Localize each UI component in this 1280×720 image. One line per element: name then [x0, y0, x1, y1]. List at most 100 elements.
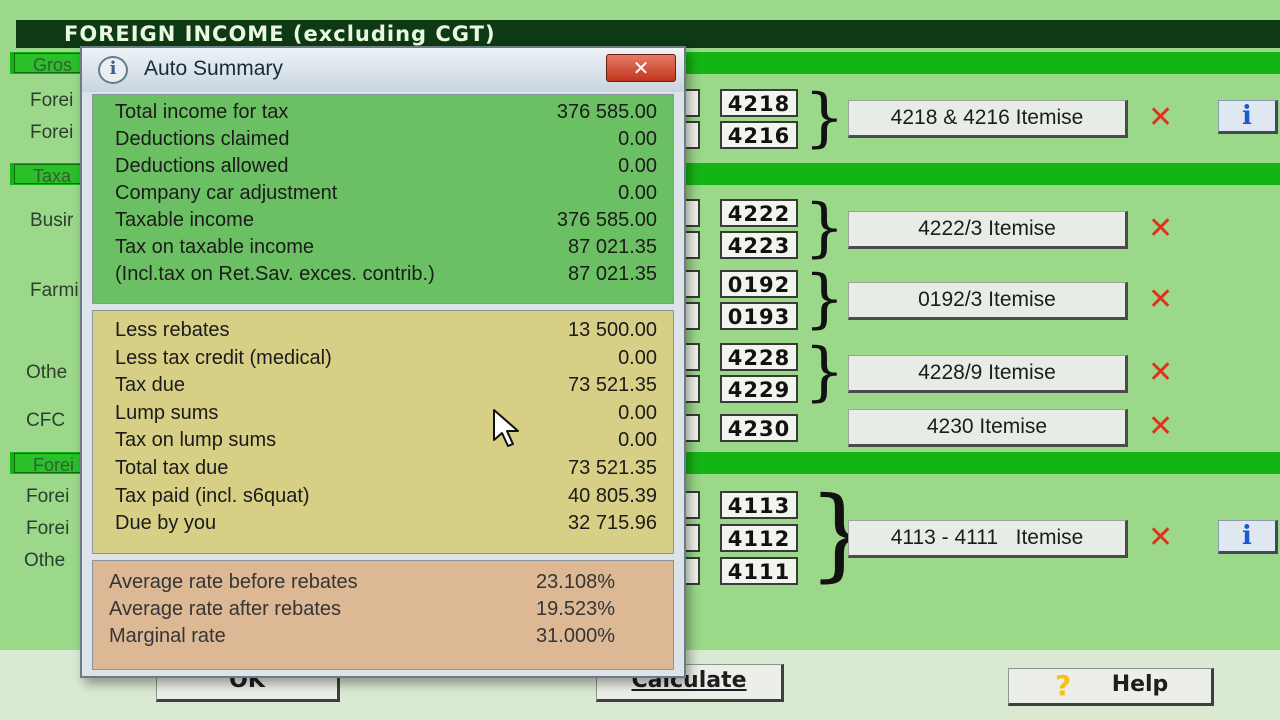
dialog-title: Auto Summary — [144, 57, 283, 80]
summary-value: 0.00 — [618, 429, 657, 451]
code-box-4222: 4222 — [720, 199, 798, 227]
summary-row: Due by you 32 715.96 — [105, 512, 667, 538]
amount-field-4113[interactable] — [686, 491, 700, 519]
itemise-button-4222-3[interactable]: 4222/3 Itemise — [848, 211, 1128, 249]
amount-field-4223[interactable] — [686, 231, 700, 259]
summary-label: Deductions allowed — [115, 155, 289, 177]
row-label-foreign-2: Forei — [30, 122, 74, 143]
delete-x-icon[interactable]: ✕ — [1148, 285, 1173, 315]
summary-label: Deductions claimed — [115, 128, 290, 150]
row-label-farming: Farmi — [30, 280, 79, 301]
amount-field-4229[interactable] — [686, 375, 700, 403]
rate-value: 23.108% — [536, 571, 615, 593]
brace-icon: } — [804, 191, 845, 265]
summary-value: 0.00 — [618, 155, 657, 177]
summary-label: Tax due — [115, 374, 186, 396]
summary-value: 376 585.00 — [556, 209, 657, 231]
rate-label: Average rate after rebates — [109, 598, 341, 620]
summary-label: (Incl.tax on Ret.Sav. exces. contrib.) — [115, 263, 435, 285]
code-box-4228: 4228 — [720, 343, 798, 371]
row-label-other-2: Othe — [24, 550, 66, 571]
code-box-4113: 4113 — [720, 491, 798, 519]
itemise-button-4218-4216[interactable]: 4218 & 4216 Itemise — [848, 100, 1128, 138]
income-panel: Total income for tax 376 585.00 Deductio… — [92, 94, 674, 304]
summary-value: 32 715.96 — [568, 512, 657, 534]
amount-field-4111[interactable] — [686, 557, 700, 585]
code-box-4223: 4223 — [720, 231, 798, 259]
summary-label: Due by you — [115, 512, 217, 534]
summary-row: Tax due 73 521.35 — [105, 374, 667, 400]
summary-row: Deductions claimed 0.00 — [105, 128, 667, 154]
rate-value: 31.000% — [536, 625, 615, 647]
code-box-4218: 4218 — [720, 89, 798, 117]
summary-label: Taxable income — [115, 209, 254, 231]
delete-x-icon[interactable]: ✕ — [1148, 523, 1173, 553]
summary-label: Tax on lump sums — [115, 429, 277, 451]
delete-x-icon[interactable]: ✕ — [1148, 358, 1173, 388]
code-box-4229: 4229 — [720, 375, 798, 403]
summary-label: Lump sums — [115, 402, 219, 424]
rate-value: 19.523% — [536, 598, 615, 620]
brace-icon: } — [804, 81, 845, 155]
summary-label: Company car adjustment — [115, 182, 338, 204]
rate-row: Average rate after rebates 19.523% — [101, 598, 621, 624]
itemise-button-4230[interactable]: 4230 Itemise — [848, 409, 1128, 447]
amount-field-4230[interactable] — [686, 414, 700, 442]
itemise-button-4113-4111[interactable]: 4113 - 4111 Itemise — [848, 520, 1128, 558]
brace-icon: } — [804, 335, 845, 409]
delete-x-icon[interactable]: ✕ — [1148, 214, 1173, 244]
summary-row: Taxable income 376 585.00 — [105, 209, 667, 235]
itemise-button-0192-3[interactable]: 0192/3 Itemise — [848, 282, 1128, 320]
auto-summary-dialog: i Auto Summary ✕ Total income for tax 37… — [80, 46, 686, 678]
summary-value: 87 021.35 — [568, 236, 657, 258]
summary-value: 376 585.00 — [556, 101, 657, 123]
amount-field-4216[interactable] — [686, 121, 700, 149]
summary-row: Tax on taxable income 87 021.35 — [105, 236, 667, 262]
summary-value: 0.00 — [618, 402, 657, 424]
code-box-0192: 0192 — [720, 270, 798, 298]
info-icon[interactable]: i — [1218, 100, 1278, 134]
summary-value: 13 500.00 — [568, 319, 657, 341]
summary-row: (Incl.tax on Ret.Sav. exces. contrib.) 8… — [105, 263, 667, 289]
amount-field-0192[interactable] — [686, 270, 700, 298]
summary-value: 0.00 — [618, 128, 657, 150]
row-label-foreign-3: Forei — [26, 486, 70, 507]
close-button[interactable]: ✕ — [606, 54, 676, 82]
amount-field-4218[interactable] — [686, 89, 700, 117]
amount-field-4228[interactable] — [686, 343, 700, 371]
summary-value: 73 521.35 — [568, 374, 657, 396]
row-label-other: Othe — [26, 362, 68, 383]
info-icon[interactable]: i — [1218, 520, 1278, 554]
summary-value: 0.00 — [618, 347, 657, 369]
summary-row: Total income for tax 376 585.00 — [105, 101, 667, 127]
delete-x-icon[interactable]: ✕ — [1148, 103, 1173, 133]
delete-x-icon[interactable]: ✕ — [1148, 412, 1173, 442]
amount-field-4112[interactable] — [686, 524, 700, 552]
dialog-titlebar[interactable]: i Auto Summary ✕ — [82, 48, 684, 92]
summary-label: Total tax due — [115, 457, 229, 479]
itemise-button-4228-9[interactable]: 4228/9 Itemise — [848, 355, 1128, 393]
summary-label: Less rebates — [115, 319, 230, 341]
summary-row: Less rebates 13 500.00 — [105, 319, 667, 345]
form-title-bar: FOREIGN INCOME (excluding CGT) — [16, 20, 1280, 48]
rate-row: Average rate before rebates 23.108% — [101, 571, 621, 597]
summary-value: 73 521.35 — [568, 457, 657, 479]
amount-field-0193[interactable] — [686, 302, 700, 330]
amount-field-4222[interactable] — [686, 199, 700, 227]
summary-value: 0.00 — [618, 182, 657, 204]
summary-label: Less tax credit (medical) — [115, 347, 332, 369]
rate-label: Marginal rate — [109, 625, 226, 647]
summary-row: Lump sums 0.00 — [105, 402, 667, 428]
summary-row: Tax on lump sums 0.00 — [105, 429, 667, 455]
row-label-foreign-4: Forei — [26, 518, 70, 539]
summary-row: Deductions allowed 0.00 — [105, 155, 667, 181]
summary-row: Company car adjustment 0.00 — [105, 182, 667, 208]
summary-value: 87 021.35 — [568, 263, 657, 285]
code-box-4112: 4112 — [720, 524, 798, 552]
rate-row: Marginal rate 31.000% — [101, 625, 621, 651]
code-box-4230: 4230 — [720, 414, 798, 442]
code-box-4111: 4111 — [720, 557, 798, 585]
mouse-pointer-icon — [493, 409, 519, 447]
help-button[interactable]: ? Help — [1008, 668, 1214, 706]
summary-value: 40 805.39 — [568, 485, 657, 507]
